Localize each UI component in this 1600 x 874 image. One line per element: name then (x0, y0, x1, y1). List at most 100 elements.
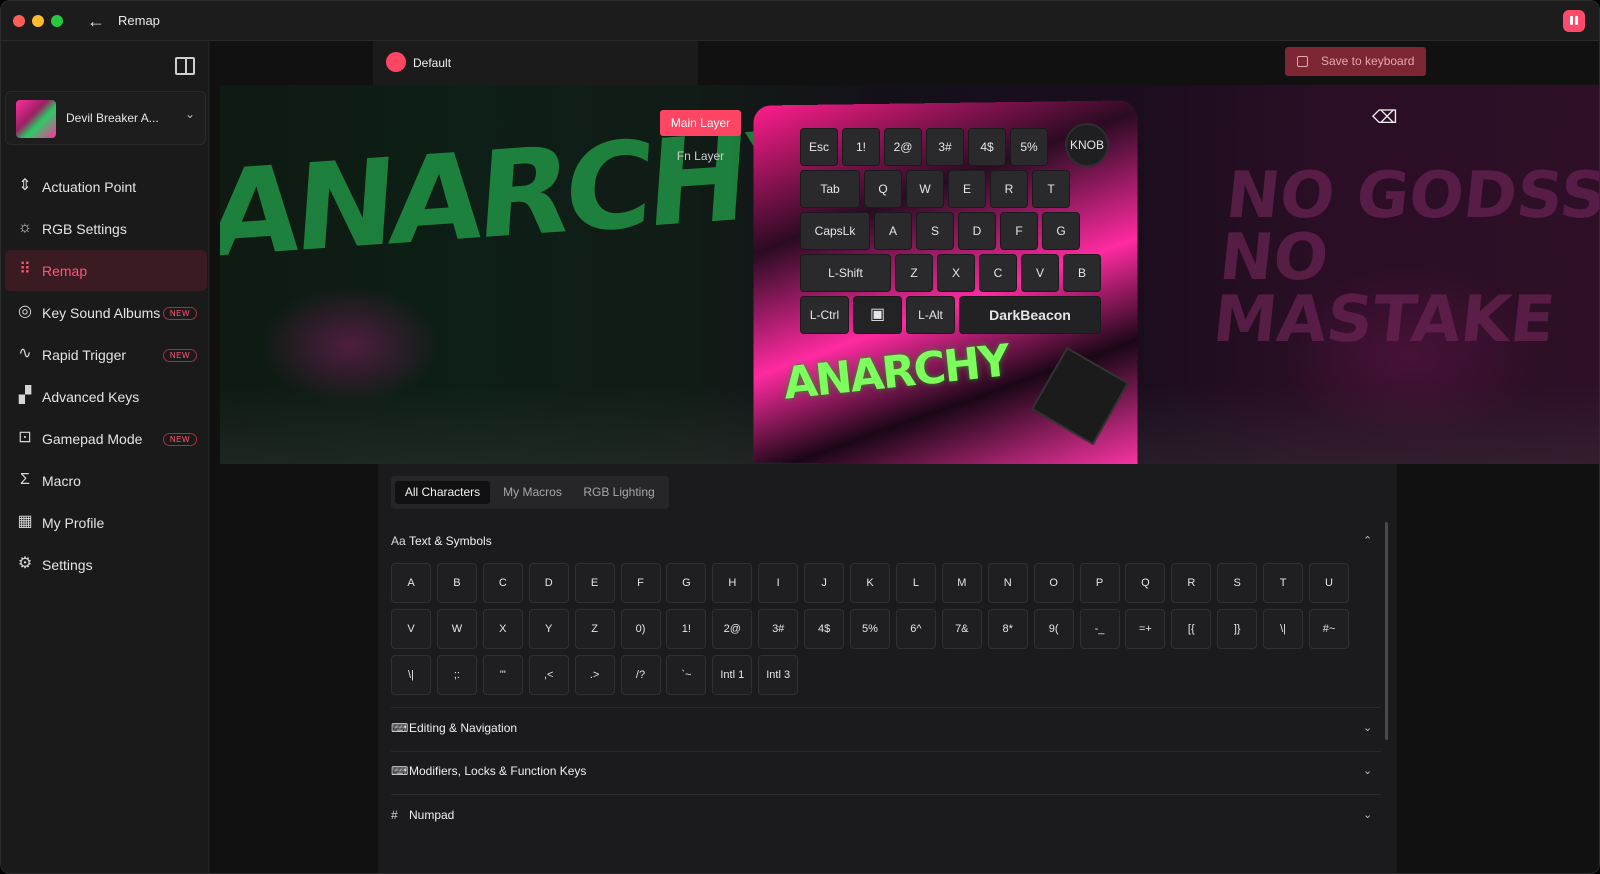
char-key[interactable]: Intl 3 (758, 655, 799, 695)
char-key[interactable]: 4$ (804, 609, 845, 649)
char-key[interactable]: I (758, 563, 799, 603)
char-key[interactable]: Z (574, 609, 615, 649)
char-key[interactable]: Y (528, 609, 569, 649)
char-key[interactable]: E (574, 563, 615, 603)
main-layer-button[interactable]: Main Layer (660, 110, 741, 136)
back-arrow-icon[interactable]: ← (85, 10, 107, 32)
sidebar-item-key-sound-albums[interactable]: ◎ Key Sound Albums NEW (5, 292, 207, 333)
char-key[interactable]: ]} (1217, 609, 1258, 649)
char-key[interactable]: ;: (436, 655, 477, 695)
knob-button[interactable]: KNOB (1065, 123, 1109, 167)
key-s[interactable]: S (916, 212, 954, 250)
char-key[interactable]: .> (574, 655, 615, 695)
char-key[interactable]: F (620, 563, 661, 603)
sidebar-item-macro[interactable]: Σ Macro (5, 460, 207, 501)
char-key[interactable]: `~ (666, 655, 707, 695)
save-to-keyboard-button[interactable]: Save to keyboard (1285, 47, 1426, 76)
eraser-icon[interactable]: ⌫ (1372, 107, 1397, 127)
char-key[interactable]: D (528, 563, 569, 603)
char-key[interactable]: 0) (620, 609, 661, 649)
section-numpad[interactable]: # Numpad (391, 805, 454, 825)
char-key[interactable]: K (850, 563, 890, 603)
tab-my-macros[interactable]: My Macros (495, 481, 570, 504)
key-left-shift[interactable]: L-Shift (800, 254, 891, 292)
char-key[interactable]: V (391, 609, 431, 649)
char-key[interactable]: J (804, 563, 845, 603)
char-key[interactable]: R (1171, 563, 1212, 603)
key-q[interactable]: Q (864, 170, 902, 208)
sidebar-item-remap[interactable]: ⠿ Remap (5, 250, 207, 291)
close-window-button[interactable] (13, 15, 25, 27)
section-modifiers[interactable]: ⌨Modifiers, Locks & Function Keys (391, 761, 586, 781)
key-left-ctrl[interactable]: L-Ctrl (800, 296, 849, 334)
key-a[interactable]: A (874, 212, 912, 250)
chevron-up-icon[interactable]: ⌃ (1363, 534, 1372, 547)
char-key[interactable]: =+ (1125, 609, 1166, 649)
char-key[interactable]: 2@ (712, 609, 753, 649)
sidebar-item-advanced-keys[interactable]: ▞ Advanced Keys (5, 376, 207, 417)
key-5[interactable]: 5% (1010, 128, 1048, 166)
section-text-symbols[interactable]: Aa Text & Symbols (391, 531, 492, 551)
char-key[interactable]: 7& (941, 609, 982, 649)
key-z[interactable]: Z (895, 254, 933, 292)
char-key[interactable]: M (941, 563, 982, 603)
collapse-sidebar-icon[interactable] (175, 57, 195, 75)
char-key[interactable]: N (987, 563, 1028, 603)
tab-rgb-lighting[interactable]: RGB Lighting (575, 481, 663, 504)
char-key[interactable]: Q (1125, 563, 1166, 603)
char-key[interactable]: Intl 1 (712, 655, 753, 695)
char-key[interactable]: H (712, 563, 753, 603)
sidebar-item-rapid-trigger[interactable]: ∿ Rapid Trigger NEW (5, 334, 207, 375)
char-key[interactable]: 3# (758, 609, 799, 649)
char-key[interactable]: 5% (850, 609, 890, 649)
char-key[interactable]: 1! (666, 609, 707, 649)
char-key[interactable]: /? (620, 655, 661, 695)
device-selector[interactable]: Devil Breaker A... ⌄ (5, 91, 206, 145)
fn-layer-button[interactable]: Fn Layer (660, 143, 741, 169)
key-b[interactable]: B (1063, 254, 1101, 292)
key-g[interactable]: G (1042, 212, 1080, 250)
key-e[interactable]: E (948, 170, 986, 208)
char-key[interactable]: \| (1263, 609, 1304, 649)
zoom-window-button[interactable] (51, 15, 63, 27)
sidebar-item-settings[interactable]: ⚙ Settings (5, 544, 207, 585)
char-key[interactable]: 8* (987, 609, 1028, 649)
sidebar-item-actuation-point[interactable]: ⇕ Actuation Point (5, 166, 207, 207)
key-device-logo[interactable]: ▣ (853, 296, 902, 334)
char-key[interactable]: B (436, 563, 477, 603)
char-key[interactable]: L (895, 563, 936, 603)
char-key[interactable]: \| (391, 655, 431, 695)
key-1[interactable]: 1! (842, 128, 880, 166)
minimize-window-button[interactable] (32, 15, 44, 27)
char-key[interactable]: C (482, 563, 523, 603)
key-esc[interactable]: Esc (800, 128, 838, 166)
char-key[interactable]: P (1079, 563, 1120, 603)
char-key[interactable]: T (1263, 563, 1304, 603)
char-key[interactable]: '" (482, 655, 523, 695)
profile-tab[interactable]: Default (373, 41, 698, 85)
sidebar-item-gamepad-mode[interactable]: ⊡ Gamepad Mode NEW (5, 418, 207, 459)
char-key[interactable]: W (436, 609, 477, 649)
char-key[interactable]: G (666, 563, 707, 603)
char-key[interactable]: 6^ (895, 609, 936, 649)
char-key[interactable]: 9( (1033, 609, 1074, 649)
section-editing-navigation[interactable]: ⌨Editing & Navigation (391, 718, 517, 738)
sidebar-item-rgb-settings[interactable]: ☼ RGB Settings (5, 208, 207, 249)
key-darkbeacon[interactable]: DarkBeacon (959, 296, 1101, 334)
key-capslock[interactable]: CapsLk (800, 212, 870, 250)
key-r[interactable]: R (990, 170, 1028, 208)
key-d[interactable]: D (958, 212, 996, 250)
char-key[interactable]: O (1033, 563, 1074, 603)
key-2[interactable]: 2@ (884, 128, 922, 166)
char-key[interactable]: #~ (1309, 609, 1349, 649)
key-v[interactable]: V (1021, 254, 1059, 292)
key-left-alt[interactable]: L-Alt (906, 296, 955, 334)
sidebar-item-my-profile[interactable]: ▦ My Profile (5, 502, 207, 543)
chevron-down-icon[interactable]: ⌄ (1363, 764, 1372, 777)
char-key[interactable]: ,< (528, 655, 569, 695)
chevron-down-icon[interactable]: ⌄ (1363, 721, 1372, 734)
chevron-down-icon[interactable]: ⌄ (1363, 808, 1372, 821)
char-key[interactable]: [{ (1171, 609, 1212, 649)
panel-scrollbar[interactable] (1385, 522, 1388, 740)
char-key[interactable]: U (1309, 563, 1349, 603)
